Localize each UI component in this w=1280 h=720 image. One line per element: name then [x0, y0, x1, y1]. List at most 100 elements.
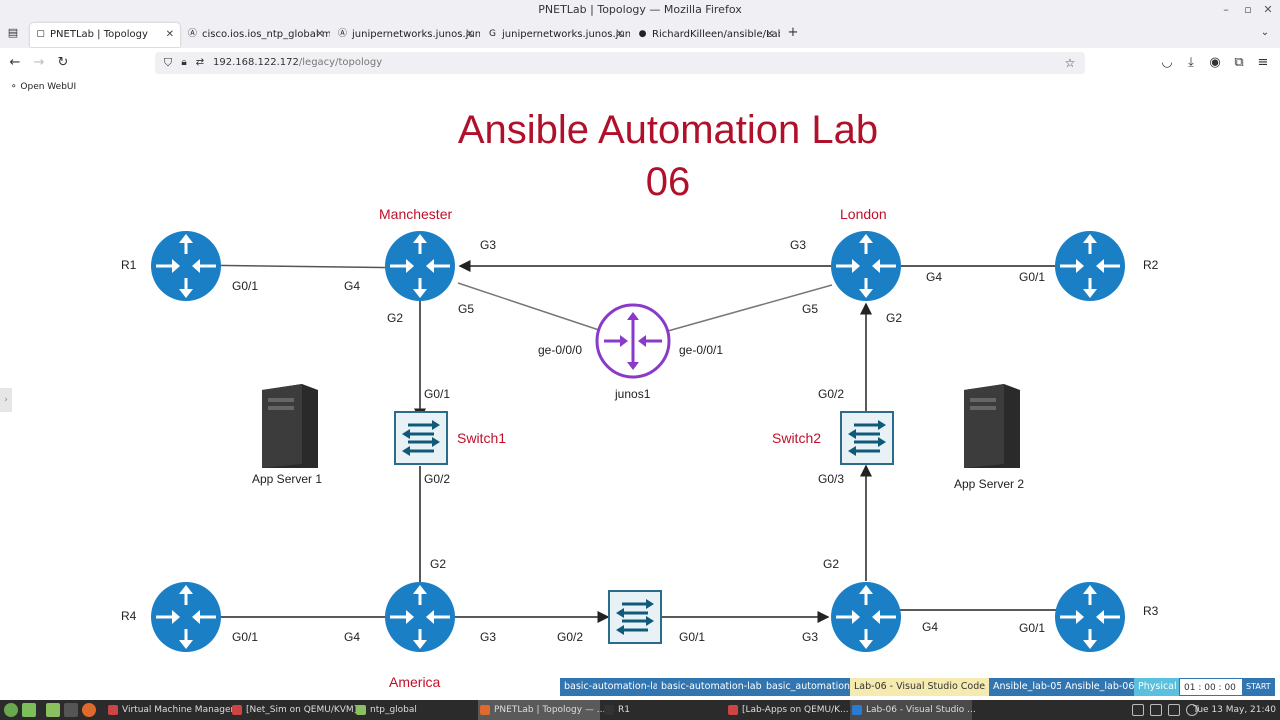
taskbar-item-vscode[interactable]: Lab-06 - Visual Studio ... [850, 700, 976, 720]
site-label-switch2: Switch2 [772, 430, 822, 446]
pocket-icon[interactable]: ◡ [1158, 54, 1176, 72]
taskbar-item-label: Lab-06 - Visual Studio ... [866, 705, 976, 715]
taskbar-item-label: [Net_Sim on QEMU/KVM] [246, 705, 358, 715]
account-icon[interactable]: ◉ [1206, 54, 1224, 72]
maximize-icon[interactable]: ▫ [1238, 0, 1258, 20]
tab-cisco-ntp[interactable]: Ⓐ cisco.ios.ios_ntp_global mo ✕ [182, 23, 330, 47]
site-label-switch1: Switch1 [457, 430, 507, 446]
back-icon[interactable]: ← [6, 54, 24, 72]
close-tab-icon[interactable]: ✕ [466, 23, 474, 47]
node-label-r3: R3 [1143, 604, 1159, 618]
port-label: G2 [430, 557, 447, 571]
firefox-launch-icon[interactable] [82, 703, 96, 717]
firefox-icon [480, 705, 490, 715]
close-window-icon[interactable]: ✕ [1258, 0, 1278, 20]
downloads-icon[interactable]: ⤓ [1182, 54, 1200, 72]
port-label: G2 [886, 311, 903, 325]
ansible-icon: Ⓐ [187, 29, 197, 39]
lab-tab[interactable]: Ansible_lab-05 [989, 678, 1067, 696]
router-america-icon[interactable] [384, 581, 456, 653]
github-icon: ● [638, 29, 647, 39]
port-label: G0/2 [424, 472, 451, 486]
lab-tab[interactable]: basic-automation-lab [560, 678, 669, 696]
topology-canvas[interactable]: › Ansible Automation Lab 06 Manchester L… [0, 96, 1280, 700]
list-tabs-icon[interactable]: ⌄ [1256, 24, 1274, 42]
close-tab-icon[interactable]: ✕ [316, 23, 324, 47]
menu-icon[interactable]: ≡ [1254, 54, 1272, 72]
tab-pnetlab[interactable]: ▢ PNETLab | Topology ✕ [30, 23, 180, 47]
terminal-launch-icon[interactable] [64, 703, 78, 717]
taskbar-item-label: R1 [618, 705, 630, 715]
port-label: G0/1 [424, 387, 451, 401]
timer-start-button[interactable]: START [1242, 678, 1275, 696]
node-label-junos1: junos1 [615, 387, 651, 401]
router-r1-icon[interactable] [150, 230, 222, 302]
url-host: 192.168.122.172 [213, 57, 299, 68]
taskbar-item-vmm[interactable]: Virtual Machine Manager [106, 700, 234, 720]
taskbar-item-label: PNETLab | Topology — ... [494, 705, 606, 715]
files-icon[interactable] [46, 703, 60, 717]
extensions-icon[interactable]: ⧉ [1230, 54, 1248, 72]
bookmark-label: Open WebUI [20, 82, 77, 92]
taskbar-item-firefox[interactable]: PNETLab | Topology — ... [478, 700, 605, 720]
taskbar-item-label: Virtual Machine Manager [122, 705, 235, 715]
router-manchester-icon[interactable] [384, 230, 456, 302]
node-label-r2: R2 [1143, 258, 1159, 272]
lab-tab[interactable]: basic_automation-la [762, 678, 850, 696]
port-label: G4 [344, 630, 361, 644]
tab-junos-2[interactable]: G junipernetworks.junos.juno ✕ [482, 23, 630, 47]
taskbar-item-netsim[interactable]: [Net_Sim on QEMU/KVM] [230, 700, 357, 720]
tab-label: junipernetworks.junos.juno [502, 29, 630, 40]
desktop-icon[interactable] [22, 703, 36, 717]
window-titlebar: PNETLab | Topology — Mozilla Firefox [0, 0, 1280, 20]
site-label-london: London [840, 206, 887, 222]
switch3-icon[interactable] [608, 590, 662, 644]
taskbar-item-label: [Lab-Apps on QEMU/K... [742, 705, 849, 715]
lab-tab[interactable]: basic-automation-lab-2 [657, 678, 776, 696]
minimize-icon[interactable]: – [1216, 0, 1236, 20]
lab-tab-physical[interactable]: Physical [1134, 678, 1181, 696]
taskbar-item-label: ntp_global [370, 705, 417, 715]
router-r4-icon[interactable] [150, 581, 222, 653]
clock[interactable]: Tue 13 May, 21:40 [1193, 700, 1276, 720]
url-bar[interactable]: ⛉ 🔒︎ ⇄ 192.168.122.172/legacy/topology ☆ [155, 52, 1085, 74]
tab-github[interactable]: ● RichardKilleen/ansible/Lab ✕ [632, 23, 780, 47]
forward-icon[interactable]: → [30, 54, 48, 72]
close-tab-icon[interactable]: ✕ [766, 23, 774, 47]
clipboard-icon[interactable] [1132, 704, 1144, 716]
close-tab-icon[interactable]: ✕ [166, 23, 174, 47]
port-label: G2 [387, 311, 404, 325]
shield-tray-icon[interactable] [1150, 704, 1162, 716]
taskbar-item-lab-apps[interactable]: [Lab-Apps on QEMU/K... [726, 700, 849, 720]
taskbar-item-r1[interactable]: R1 [602, 700, 722, 720]
folder-icon [356, 705, 366, 715]
reload-icon[interactable]: ↻ [54, 54, 72, 72]
router-r2-icon[interactable] [1054, 230, 1126, 302]
switch2-icon[interactable] [840, 411, 894, 465]
port-label: G4 [344, 279, 361, 293]
port-label: G0/2 [818, 387, 845, 401]
new-tab-icon[interactable]: + [784, 24, 802, 42]
vm-icon [728, 705, 738, 715]
permissions-icon[interactable]: ⇄ [191, 54, 209, 72]
start-menu-icon[interactable] [4, 703, 18, 717]
tab-label: cisco.ios.ios_ntp_global mo [202, 29, 330, 40]
port-label: G2 [823, 557, 840, 571]
router-r3-site-icon[interactable] [830, 581, 902, 653]
close-tab-icon[interactable]: ✕ [616, 23, 624, 47]
taskbar-item-ntp-global[interactable]: ntp_global [354, 700, 474, 720]
port-label: G5 [802, 302, 819, 316]
app-server-1-icon[interactable] [256, 384, 320, 470]
app-server-2-icon[interactable] [958, 384, 1022, 470]
tab-overview-icon[interactable]: ▤ [4, 24, 22, 42]
router-london-icon[interactable] [830, 230, 902, 302]
lab-tab[interactable]: Ansible_lab-06 [1061, 678, 1139, 696]
junos-router-icon[interactable] [594, 302, 672, 380]
tab-junos-1[interactable]: Ⓐ junipernetworks.junos.juno ✕ [332, 23, 480, 47]
node-label-r1: R1 [121, 258, 137, 272]
bookmark-open-webui[interactable]: ⚬ Open WebUI [10, 78, 76, 96]
router-r3-icon[interactable] [1054, 581, 1126, 653]
switch1-icon[interactable] [394, 411, 448, 465]
bookmark-star-icon[interactable]: ☆ [1061, 54, 1079, 72]
window-tray-icon[interactable] [1168, 704, 1180, 716]
